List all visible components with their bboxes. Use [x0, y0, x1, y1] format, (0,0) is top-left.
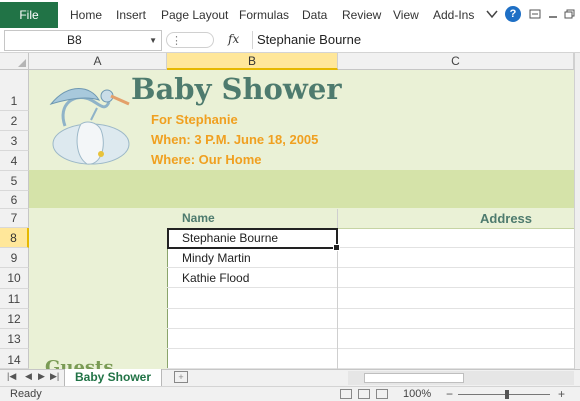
row-header-10[interactable]: 10 — [0, 268, 29, 289]
table-row[interactable] — [167, 329, 574, 349]
when-line: When: 3 P.M. June 18, 2005 — [151, 132, 319, 147]
row-header-14[interactable]: 14 — [0, 349, 29, 369]
row-header-6[interactable]: 6 — [0, 191, 29, 209]
row-header-9[interactable]: 9 — [0, 248, 29, 268]
sheet-tab-bar: |◀ ◀ ▶ ▶| Baby Shower + — [0, 369, 580, 387]
last-sheet-icon[interactable]: ▶| — [50, 371, 59, 382]
row-header-11[interactable]: 11 — [0, 289, 29, 309]
status-bar: Ready 100% − + — [0, 386, 580, 401]
header-name: Name — [182, 211, 215, 225]
row-header-12[interactable]: 12 — [0, 309, 29, 329]
formula-input[interactable]: Stephanie Bourne — [252, 31, 580, 49]
ribbon-options-icon[interactable] — [527, 6, 543, 22]
normal-view-icon[interactable] — [340, 389, 352, 399]
tab-data[interactable]: Data — [302, 8, 327, 22]
heart-icon[interactable] — [484, 6, 500, 22]
header-address: Address — [480, 211, 533, 226]
prev-sheet-icon[interactable]: ◀ — [25, 371, 32, 382]
status-text: Ready — [10, 388, 42, 400]
insert-function-button[interactable]: fx — [228, 32, 239, 46]
row-header-7[interactable]: 7 — [0, 209, 29, 228]
first-sheet-icon[interactable]: |◀ — [7, 371, 16, 382]
row-header-4[interactable]: 4 — [0, 151, 29, 171]
name-box-value: B8 — [67, 33, 82, 47]
row-header-2[interactable]: 2 — [0, 111, 29, 131]
active-cell-outline[interactable] — [167, 228, 340, 251]
vertical-scrollbar[interactable] — [574, 53, 580, 369]
tab-review[interactable]: Review — [342, 8, 381, 22]
row-header-8[interactable]: 8 — [0, 228, 29, 248]
tab-home[interactable]: Home — [70, 8, 102, 22]
help-icon[interactable]: ? — [505, 6, 521, 22]
horizontal-scrollbar[interactable] — [348, 371, 574, 385]
guests-label: Guests — [45, 357, 114, 369]
where-line: Where: Our Home — [151, 152, 262, 167]
minimize-icon[interactable] — [545, 6, 561, 22]
zoom-in-button[interactable]: + — [558, 387, 565, 401]
page-title: Baby Shower — [131, 72, 342, 106]
scroll-thumb[interactable] — [364, 373, 464, 383]
sheet-tab-baby-shower[interactable]: Baby Shower — [64, 369, 162, 387]
tab-view[interactable]: View — [393, 8, 419, 22]
stork-icon — [49, 88, 130, 165]
column-header-c[interactable]: C — [338, 53, 574, 70]
next-sheet-icon[interactable]: ▶ — [38, 371, 45, 382]
decorative-band — [29, 170, 574, 208]
zoom-slider-knob[interactable] — [505, 390, 509, 399]
tab-add-ins[interactable]: Add-Ins — [433, 8, 474, 22]
tab-page-layout[interactable]: Page Layout — [161, 8, 228, 22]
cell-name[interactable]: Mindy Martin — [182, 251, 251, 265]
for-line: For Stephanie — [151, 112, 238, 127]
name-box[interactable]: B8 ▼ — [4, 30, 162, 51]
table-row[interactable]: Mindy Martin — [167, 248, 574, 268]
worksheet-grid[interactable]: Baby Shower For Stephanie When: 3 P.M. J… — [29, 70, 574, 369]
zoom-slider[interactable] — [458, 394, 550, 395]
row-header-1[interactable]: 1 — [0, 70, 29, 111]
select-all-corner[interactable] — [0, 53, 29, 70]
tab-insert[interactable]: Insert — [116, 8, 146, 22]
zoom-level[interactable]: 100% — [403, 388, 431, 400]
table-row[interactable] — [167, 349, 574, 369]
page-break-view-icon[interactable] — [376, 389, 388, 399]
table-row[interactable]: Kathie Flood — [167, 268, 574, 288]
file-tab[interactable]: File — [0, 2, 58, 28]
formula-bar-controls[interactable]: ⋮ — [166, 32, 214, 48]
table-row[interactable] — [167, 289, 574, 309]
column-header-b[interactable]: B — [167, 53, 338, 70]
cell-name[interactable]: Kathie Flood — [182, 271, 249, 285]
table-header: Name Address — [167, 209, 574, 229]
row-header-5[interactable]: 5 — [0, 171, 29, 191]
new-sheet-icon[interactable]: + — [174, 371, 188, 383]
row-header-13[interactable]: 13 — [0, 329, 29, 349]
left-panel — [29, 218, 168, 369]
column-header-a[interactable]: A — [29, 53, 167, 70]
chevron-down-icon[interactable]: ▼ — [149, 31, 157, 50]
table-row[interactable] — [167, 309, 574, 329]
page-layout-view-icon[interactable] — [358, 389, 370, 399]
formula-bar: B8 ▼ ⋮ fx Stephanie Bourne — [0, 28, 580, 53]
row-header-3[interactable]: 3 — [0, 131, 29, 151]
restore-icon[interactable] — [562, 6, 578, 22]
tab-formulas[interactable]: Formulas — [239, 8, 289, 22]
zoom-out-button[interactable]: − — [446, 387, 453, 401]
ribbon-tab-bar: File Home Insert Page Layout Formulas Da… — [0, 0, 580, 29]
